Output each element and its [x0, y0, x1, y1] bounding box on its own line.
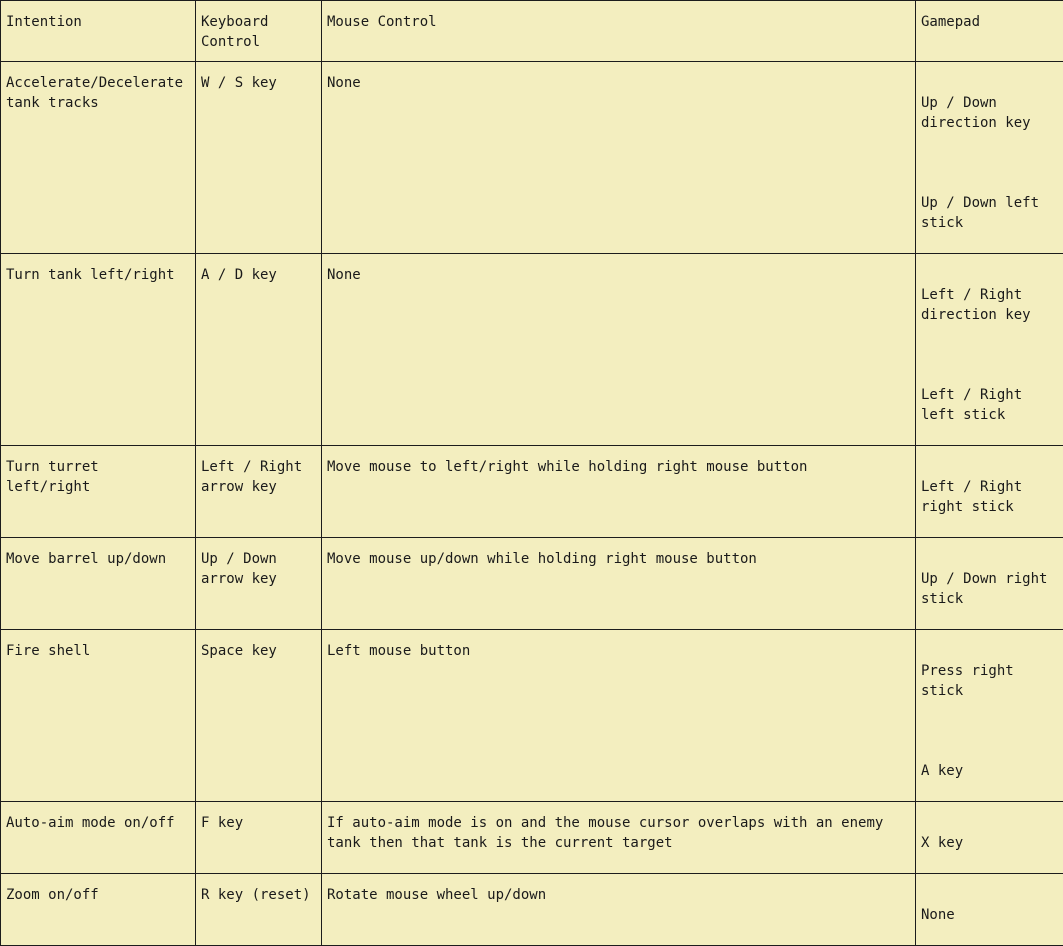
table-row: Turn turret left/right Left / Right arro… — [1, 446, 1063, 538]
gamepad-line: X key — [921, 833, 1059, 853]
table-row: Accelerate/Decelerate tank tracks W / S … — [1, 62, 1063, 254]
table-row: Turn tank left/right A / D key None Left… — [1, 254, 1063, 446]
mouse-cell: Rotate mouse wheel up/down — [322, 874, 916, 946]
mouse-cell: None — [322, 254, 916, 446]
controls-table: Intention Keyboard Control Mouse Control… — [0, 0, 1063, 946]
keyboard-cell: A / D key — [196, 254, 322, 446]
gamepad-line: Up / Down right stick — [921, 569, 1059, 609]
gamepad-line: Up / Down direction key — [921, 93, 1059, 133]
table-row: Auto-aim mode on/off F key If auto-aim m… — [1, 802, 1063, 874]
mouse-cell: If auto-aim mode is on and the mouse cur… — [322, 802, 916, 874]
mouse-cell: None — [322, 62, 916, 254]
header-intention: Intention — [1, 1, 196, 62]
mouse-cell: Move mouse up/down while holding right m… — [322, 538, 916, 630]
keyboard-cell: Space key — [196, 630, 322, 802]
table-row: Move barrel up/down Up / Down arrow key … — [1, 538, 1063, 630]
intention-cell: Fire shell — [1, 630, 196, 802]
gamepad-cell: None — [916, 874, 1063, 946]
keyboard-cell: F key — [196, 802, 322, 874]
gamepad-line: A key — [921, 761, 1059, 781]
keyboard-cell: R key (reset) — [196, 874, 322, 946]
gamepad-line: Press right stick — [921, 661, 1059, 701]
gamepad-line: Left / Right left stick — [921, 385, 1059, 425]
table-row: Fire shell Space key Left mouse button P… — [1, 630, 1063, 802]
intention-cell: Zoom on/off — [1, 874, 196, 946]
intention-cell: Move barrel up/down — [1, 538, 196, 630]
mouse-cell: Left mouse button — [322, 630, 916, 802]
gamepad-line: None — [921, 905, 1059, 925]
keyboard-cell: Left / Right arrow key — [196, 446, 322, 538]
gamepad-cell: Up / Down direction key Up / Down left s… — [916, 62, 1063, 254]
gamepad-cell: Up / Down right stick — [916, 538, 1063, 630]
intention-cell: Turn turret left/right — [1, 446, 196, 538]
intention-cell: Auto-aim mode on/off — [1, 802, 196, 874]
gamepad-cell: Left / Right direction key Left / Right … — [916, 254, 1063, 446]
keyboard-cell: W / S key — [196, 62, 322, 254]
intention-cell: Accelerate/Decelerate tank tracks — [1, 62, 196, 254]
header-gamepad: Gamepad — [916, 1, 1063, 62]
gamepad-line: Left / Right right stick — [921, 477, 1059, 517]
gamepad-cell: X key — [916, 802, 1063, 874]
mouse-cell: Move mouse to left/right while holding r… — [322, 446, 916, 538]
keyboard-cell: Up / Down arrow key — [196, 538, 322, 630]
header-keyboard-control: Keyboard Control — [196, 1, 322, 62]
gamepad-line: Left / Right direction key — [921, 285, 1059, 325]
table-row: Zoom on/off R key (reset) Rotate mouse w… — [1, 874, 1063, 946]
gamepad-line: Up / Down left stick — [921, 193, 1059, 233]
intention-cell: Turn tank left/right — [1, 254, 196, 446]
gamepad-cell: Press right stick A key — [916, 630, 1063, 802]
header-row: Intention Keyboard Control Mouse Control… — [1, 1, 1063, 62]
header-mouse-control: Mouse Control — [322, 1, 916, 62]
gamepad-cell: Left / Right right stick — [916, 446, 1063, 538]
